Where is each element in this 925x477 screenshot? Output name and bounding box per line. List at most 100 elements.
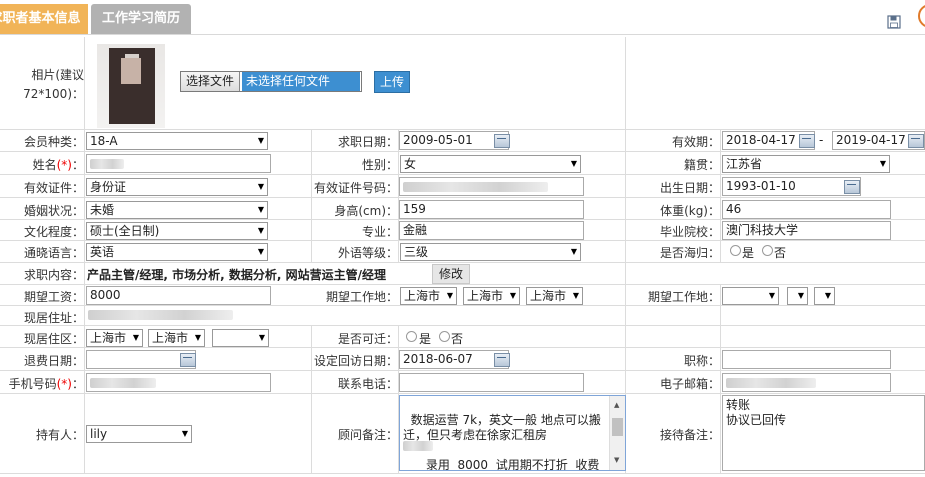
overseas-yes-label: 是 [742, 246, 755, 260]
residence-district[interactable]: ▼ [212, 329, 269, 347]
chevron-down-icon: ▼ [194, 333, 201, 342]
height-label: 身高(cm)： [334, 204, 398, 218]
choose-file-button[interactable]: 选择文件 [181, 72, 240, 91]
major-input[interactable]: 金融 [399, 221, 584, 240]
salary-label: 期望工资： [23, 290, 84, 304]
lang-level-select[interactable]: 三级 ▼ [400, 243, 581, 261]
address-label: 现居住址： [23, 311, 84, 325]
overseas-no-radio[interactable] [762, 245, 773, 256]
chevron-down-icon: ▼ [572, 291, 579, 300]
title-label: 职称： [683, 354, 720, 368]
chevron-down-icon: ▼ [446, 291, 453, 300]
reception-note-textarea[interactable]: 转账 协议已回传 [722, 395, 925, 471]
gender-label: 性别： [361, 158, 398, 172]
native-select[interactable]: 江苏省 ▼ [722, 155, 890, 173]
overseas-yes-radio[interactable] [730, 245, 741, 256]
school-input[interactable]: 澳门科技大学 [722, 221, 891, 240]
job-content-value: 产品主管/经理, 市场分析, 数据分析, 网站营运主管/经理 [87, 268, 386, 282]
required-mark: (*) [56, 158, 72, 172]
email-input[interactable] [722, 373, 891, 392]
calendar-icon[interactable] [494, 353, 510, 367]
calendar-icon[interactable] [844, 180, 860, 194]
mobile-label-colon: ： [71, 377, 84, 391]
mobile-label: 手机号码(*)： [0, 375, 84, 392]
weight-input[interactable]: 46 [722, 200, 891, 219]
redacted-email [726, 378, 816, 388]
chevron-down-icon: ▼ [797, 291, 804, 300]
scrollbar[interactable]: ▲ ▼ [609, 396, 625, 470]
id-number-label: 有效证件号码： [313, 181, 398, 195]
work-place2-city[interactable]: ▼ [787, 287, 808, 305]
consultant-note-label: 顾问备注： [337, 428, 398, 442]
file-chooser[interactable]: 选择文件 未选择任何文件 [180, 71, 362, 92]
residence-city[interactable]: 上海市 ▼ [148, 329, 205, 347]
gender-value: 女 [404, 157, 417, 171]
language-select[interactable]: 英语 ▼ [86, 243, 268, 261]
scroll-down-icon[interactable]: ▼ [614, 453, 619, 468]
residence-province-value: 上海市 [90, 331, 127, 345]
language-label: 通晓语言： [23, 246, 84, 260]
valid-period-separator: - [819, 133, 824, 147]
job-date-input[interactable]: 2009-05-01 [399, 131, 509, 150]
phone-input[interactable] [399, 373, 584, 392]
relocate-label: 是否可迁： [337, 332, 398, 346]
work-place2-province[interactable]: ▼ [722, 287, 779, 305]
relocate-yes-label: 是 [419, 332, 432, 346]
birth-input[interactable]: 1993-01-10 [722, 177, 861, 196]
holder-select[interactable]: lily ▼ [86, 425, 192, 443]
id-type-select[interactable]: 身份证 ▼ [86, 178, 268, 196]
salary-input[interactable]: 8000 [86, 286, 271, 305]
name-input[interactable] [86, 154, 271, 173]
work-place1-city[interactable]: 上海市 ▼ [463, 287, 520, 305]
consultant-note-textarea[interactable]: 数据运营 7k，英文一般 地点可以搬迁，但只考虑在徐家汇租房 录用 8000 试… [399, 395, 626, 471]
marital-value: 未婚 [90, 203, 115, 217]
work-place1-label: 期望工作地： [325, 290, 398, 304]
marital-select[interactable]: 未婚 ▼ [86, 201, 268, 219]
chevron-down-icon: ▼ [768, 291, 775, 300]
work-place1-province[interactable]: 上海市 ▼ [400, 287, 457, 305]
mobile-input[interactable] [86, 373, 271, 392]
calendar-icon[interactable] [494, 134, 510, 148]
tab-work-history[interactable]: 工作学习简历 [91, 4, 191, 34]
profile-photo [97, 44, 165, 128]
id-number-input[interactable] [399, 177, 584, 196]
modify-button[interactable]: 修改 [432, 264, 470, 284]
calendar-icon[interactable] [908, 134, 924, 148]
redacted-consultant-note [403, 441, 433, 451]
visit-date-label: 设定回访日期： [313, 354, 398, 368]
member-type-select[interactable]: 18-A ▼ [86, 132, 268, 150]
gender-select[interactable]: 女 ▼ [400, 155, 581, 173]
work-place1-city-value: 上海市 [467, 289, 504, 303]
tab-bar: 求职者基本信息 工作学习简历 [0, 0, 925, 35]
refund-date-label: 退费日期： [23, 354, 84, 368]
overseas-no-label: 否 [774, 246, 787, 260]
name-label: 姓名(*)： [0, 156, 84, 173]
upload-button[interactable]: 上传 [374, 71, 410, 93]
residence-province[interactable]: 上海市 ▼ [86, 329, 143, 347]
tab-basic-info[interactable]: 求职者基本信息 [0, 4, 88, 34]
weight-label: 体重(kg)： [660, 204, 720, 218]
circle-icon[interactable] [918, 4, 925, 28]
save-icon[interactable] [887, 15, 901, 29]
name-label-colon: ： [71, 158, 84, 172]
redacted-name [90, 159, 124, 169]
lang-level-value: 三级 [404, 245, 429, 259]
relocate-yes-radio[interactable] [406, 331, 417, 342]
calendar-icon[interactable] [799, 134, 815, 148]
visit-date-input[interactable]: 2018-06-07 [399, 350, 509, 369]
education-select[interactable]: 硕士(全日制) ▼ [86, 222, 268, 240]
scroll-up-icon[interactable]: ▲ [614, 398, 619, 413]
photo-label: 相片(建议72*100)： [23, 68, 84, 101]
title-input[interactable] [722, 350, 891, 369]
residence-city-value: 上海市 [152, 331, 189, 345]
scroll-thumb[interactable] [612, 418, 623, 436]
work-place2-district[interactable]: ▼ [814, 287, 835, 305]
member-type-value: 18-A [90, 134, 118, 148]
height-input[interactable]: 159 [399, 200, 584, 219]
work-place1-district[interactable]: 上海市 ▼ [526, 287, 583, 305]
redacted-mobile [90, 378, 156, 388]
redacted-address [88, 310, 233, 320]
relocate-no-radio[interactable] [439, 331, 450, 342]
calendar-icon[interactable] [180, 353, 196, 367]
phone-label: 联系电话： [337, 377, 398, 391]
